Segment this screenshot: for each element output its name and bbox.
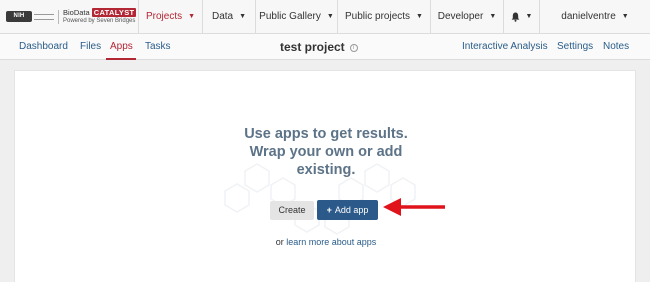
add-app-button[interactable]: + Add app <box>317 200 378 220</box>
tab-files[interactable]: Files <box>80 41 101 52</box>
nav-public-gallery[interactable]: Public Gallery ▼ <box>256 0 338 33</box>
headline-line-3: existing. <box>296 162 356 178</box>
tab-tasks[interactable]: Tasks <box>145 41 171 52</box>
brand-name-highlight: CATALYST <box>91 7 137 17</box>
chevron-down-icon: ▼ <box>525 13 533 20</box>
link-notes[interactable]: Notes <box>603 41 629 52</box>
annotation-arrow-icon <box>383 198 445 216</box>
empty-state-headline: Use apps to get results. Wrap your own o… <box>15 125 637 179</box>
chevron-down-icon: ▼ <box>326 13 334 20</box>
nav-public-gallery-label: Public Gallery <box>259 11 321 22</box>
link-interactive-analysis[interactable]: Interactive Analysis <box>462 41 548 52</box>
brand-logo[interactable]: NIH BioData CATALYST Powered by Seven Br… <box>0 0 139 33</box>
tab-dashboard[interactable]: Dashboard <box>19 41 68 52</box>
chevron-down-icon: ▼ <box>239 13 247 20</box>
chevron-down-icon: ▼ <box>621 13 629 20</box>
nav-projects[interactable]: Projects ▼ <box>139 0 203 33</box>
info-icon[interactable]: i <box>349 43 358 52</box>
nav-data-label: Data <box>211 11 234 22</box>
chevron-down-icon: ▼ <box>489 13 497 20</box>
nav-developer-label: Developer <box>437 11 484 22</box>
link-settings[interactable]: Settings <box>557 41 593 52</box>
brand-name-prefix: BioData <box>63 7 90 17</box>
learn-prefix: or <box>275 237 284 247</box>
headline-line-2: Wrap your own or add <box>249 144 403 160</box>
notifications-button[interactable]: ▼ <box>504 0 540 33</box>
chevron-down-icon: ▼ <box>416 13 423 20</box>
brand-tagline: Powered by Seven Bridges <box>63 17 136 24</box>
headline-line-1: Use apps to get results. <box>244 126 408 142</box>
nav-data[interactable]: Data ▼ <box>203 0 256 33</box>
brand-name: BioData CATALYST Powered by Seven Bridge… <box>63 7 137 25</box>
top-navigation: NIH BioData CATALYST Powered by Seven Br… <box>0 0 650 34</box>
nav-public-projects-label: Public projects <box>345 11 411 22</box>
nav-public-projects[interactable]: Public projects ▼ <box>338 0 431 33</box>
create-button[interactable]: Create <box>270 201 314 220</box>
page-title: test project i <box>280 40 358 54</box>
project-subnav: Dashboard Files Apps Tasks test project i… <box>0 34 650 60</box>
nih-logo: NIH <box>6 11 32 22</box>
username: danielventre <box>561 11 616 22</box>
nav-projects-label: Projects <box>145 11 183 22</box>
active-tab-indicator <box>106 58 136 60</box>
user-menu[interactable]: danielventre ▼ <box>540 0 650 33</box>
brand-divider <box>58 9 59 24</box>
project-title-text: test project <box>280 40 345 54</box>
learn-more-link[interactable]: learn more about apps <box>286 237 376 247</box>
learn-more-text: or learn more about apps <box>15 237 637 247</box>
nih-logo-text <box>34 13 54 20</box>
apps-empty-state-card: Use apps to get results. Wrap your own o… <box>14 70 636 282</box>
plus-icon: + <box>326 205 332 215</box>
chevron-down-icon: ▼ <box>188 13 196 20</box>
tab-apps[interactable]: Apps <box>110 41 133 52</box>
nav-developer[interactable]: Developer ▼ <box>431 0 504 33</box>
add-app-label: Add app <box>334 205 369 215</box>
bell-icon <box>511 12 519 22</box>
